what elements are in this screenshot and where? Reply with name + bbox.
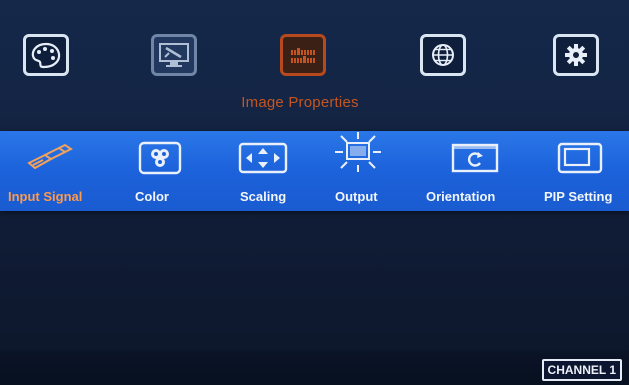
- rgb-circles-icon: [135, 141, 185, 175]
- palette-icon: [31, 42, 61, 69]
- pip-window-icon: [555, 141, 605, 175]
- submenu-item-pip-setting[interactable]: PIP Setting: [540, 131, 629, 211]
- active-category-title: Image Properties: [241, 94, 359, 111]
- submenu-item-input-signal[interactable]: Input Signal: [0, 131, 120, 211]
- submenu-item-scaling[interactable]: Scaling: [230, 131, 320, 211]
- submenu-item-label: Input Signal: [8, 189, 83, 204]
- top-menu-item-palette[interactable]: [23, 34, 69, 76]
- top-menu-item-monitor-tools[interactable]: [151, 34, 197, 76]
- submenu-item-orientation[interactable]: Orientation: [420, 131, 530, 211]
- submenu-bar: Input Signal Color Scaling Output Orient…: [0, 131, 629, 211]
- gear-icon: [565, 44, 587, 66]
- expand-arrows-icon: [238, 141, 288, 175]
- globe-icon: [432, 44, 454, 66]
- submenu-item-label: PIP Setting: [544, 189, 613, 204]
- monitor-rays-icon: [333, 132, 383, 172]
- submenu-item-label: Orientation: [426, 189, 496, 204]
- rotate-screen-icon: [450, 141, 500, 175]
- image-properties-icon: [291, 48, 315, 63]
- status-bar: CHANNEL 1: [0, 350, 629, 385]
- channel-badge: CHANNEL 1: [541, 359, 622, 381]
- submenu-item-label: Output: [335, 189, 378, 204]
- usb-plug-icon: [24, 141, 74, 175]
- monitor-tools-icon: [159, 43, 189, 67]
- top-menu-item-globe[interactable]: [420, 34, 466, 76]
- top-menu-item-image-properties[interactable]: [280, 34, 326, 76]
- submenu-item-label: Scaling: [240, 189, 287, 204]
- submenu-item-color[interactable]: Color: [120, 131, 210, 211]
- top-menu-item-settings[interactable]: [553, 34, 599, 76]
- submenu-item-label: Color: [135, 189, 169, 204]
- top-menu: Image Properties: [0, 0, 629, 128]
- osd-screen: Image Properties Input Signal Color Scal…: [0, 0, 629, 385]
- submenu-item-output[interactable]: Output: [325, 131, 405, 211]
